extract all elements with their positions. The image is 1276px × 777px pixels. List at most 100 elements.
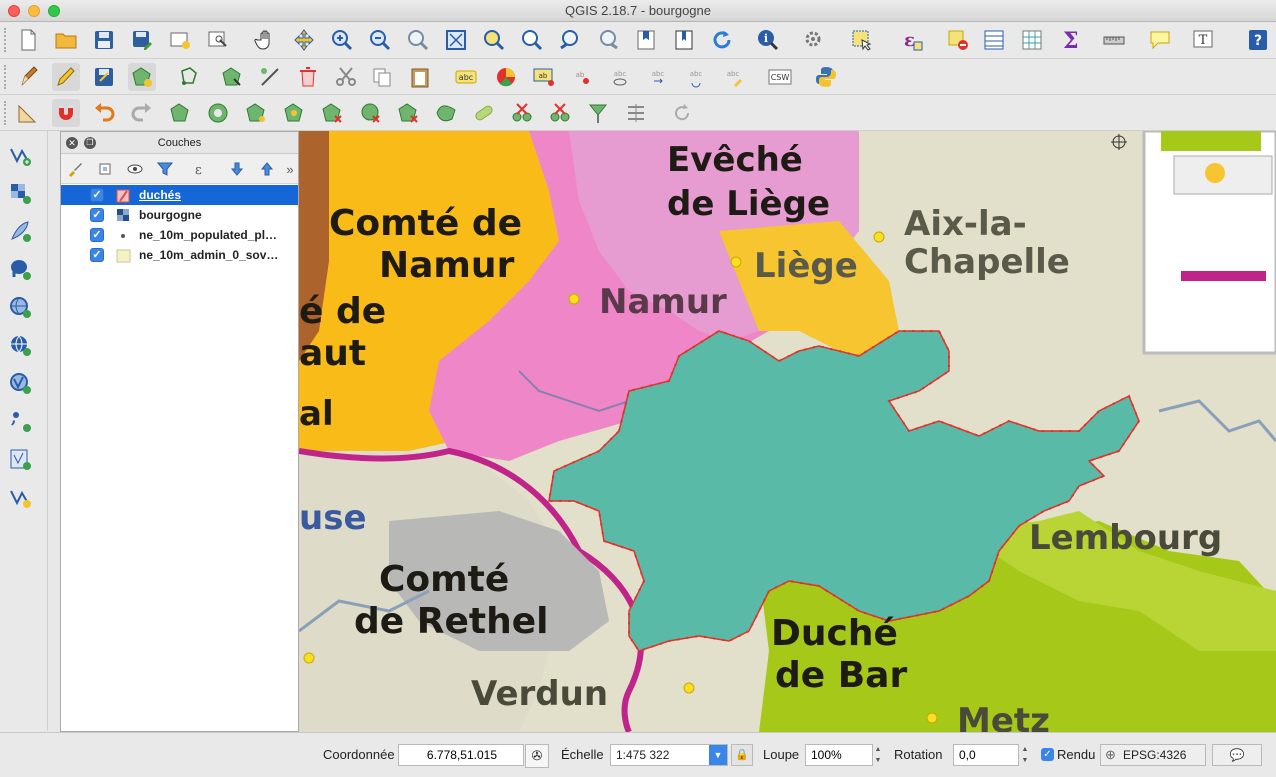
pan-map-button[interactable] [252,26,280,54]
split-parts-button[interactable] [508,99,536,127]
highlight-pinned-labels-button[interactable]: ab [530,63,558,91]
identify-features-button[interactable]: i [754,26,782,54]
layer-visibility-checkbox[interactable]: ✓ [90,248,104,262]
split-features-button[interactable] [470,99,498,127]
toolbar-grip[interactable] [4,65,8,89]
layer-row-bourgogne[interactable]: ✓ bourgogne [61,205,298,225]
add-ring-button[interactable] [204,99,232,127]
magnifier-field[interactable] [805,744,873,766]
zoom-last-button[interactable] [556,26,584,54]
current-edits-button[interactable] [16,63,44,91]
zoom-next-button[interactable] [594,26,622,54]
new-shapefile-button[interactable] [6,445,34,473]
fill-ring-button[interactable] [280,99,308,127]
save-layer-edits-button[interactable] [90,63,118,91]
add-wfs-layer-button[interactable] [6,369,34,397]
minimize-window-button[interactable] [28,5,40,17]
layer-row-populated-places[interactable]: ✓ ne_10m_populated_pl… [61,225,298,245]
rotation-field[interactable] [953,744,1019,766]
show-bookmarks-button[interactable] [670,26,698,54]
coordinate-field[interactable] [398,744,524,766]
csw-button[interactable]: CSW [766,63,794,91]
add-vector-layer-button[interactable] [6,141,34,169]
manage-visibility-button[interactable] [125,159,145,179]
delete-ring-button[interactable] [318,99,346,127]
rotate-symbols-button[interactable] [622,99,650,127]
expand-all-button[interactable] [227,159,247,179]
layer-row-admin-sovereignty[interactable]: ✓ ne_10m_admin_0_sov… [61,245,298,265]
node-tool-button[interactable] [218,63,246,91]
redo-button[interactable] [128,99,156,127]
delete-selected-button[interactable] [294,63,322,91]
rotate-label-button[interactable]: abc [682,63,710,91]
add-spatialite-layer-button[interactable] [6,217,34,245]
offset-curve-button[interactable] [432,99,460,127]
save-as-button[interactable] [128,26,156,54]
move-label-button[interactable]: abc [644,63,672,91]
map-canvas[interactable]: Evêché de Liège Aix-la- Chapelle Liège C… [299,131,1276,732]
add-feature-button[interactable] [128,63,156,91]
statistical-summary-button[interactable]: Σ [1056,26,1084,54]
more-tools-icon[interactable]: » [283,159,297,179]
toolbar-grip[interactable] [4,101,8,125]
field-calculator-button[interactable] [1018,26,1046,54]
add-raster-layer-button[interactable] [6,179,34,207]
select-features-button[interactable] [848,26,876,54]
add-part-button[interactable] [242,99,270,127]
scale-combobox[interactable]: 1:475 322 ▼ [610,744,728,766]
paste-features-button[interactable] [406,63,434,91]
chevron-down-icon[interactable]: ▼ [709,745,727,765]
delete-part-button[interactable] [356,99,384,127]
new-print-composer-button[interactable] [166,26,194,54]
float-panel-icon[interactable]: ❐ [84,137,96,149]
add-wcs-layer-button[interactable] [6,331,34,359]
composer-manager-button[interactable] [204,26,232,54]
close-panel-icon[interactable]: ✕ [66,137,78,149]
zoom-full-button[interactable] [442,26,470,54]
add-delimited-text-button[interactable]: , [6,407,34,435]
change-label-button[interactable]: abc [720,63,748,91]
copy-features-button[interactable] [368,63,396,91]
collapse-all-button[interactable] [257,159,277,179]
simplify-feature-button[interactable] [166,99,194,127]
undo-button[interactable] [90,99,118,127]
show-hide-labels-button[interactable]: abc [606,63,634,91]
filter-by-expression-button[interactable]: ε [191,159,211,179]
toolbar-grip[interactable] [4,28,8,52]
refresh-button[interactable] [708,26,736,54]
zoom-to-layer-button[interactable] [518,26,546,54]
help-button[interactable]: ? [1244,26,1272,54]
deselect-all-button[interactable] [944,26,972,54]
merge-selected-button[interactable] [546,99,574,127]
close-window-button[interactable] [8,5,20,17]
zoom-native-button[interactable] [404,26,432,54]
log-messages-icon[interactable]: 💬 [1212,744,1262,766]
layer-labeling-button[interactable]: abc [452,63,480,91]
filter-legend-button[interactable] [155,159,175,179]
merge-attributes-button[interactable] [584,99,612,127]
reshape-features-button[interactable] [394,99,422,127]
new-layer-dropdown-button[interactable] [6,483,34,511]
toggle-editing-button[interactable] [52,63,80,91]
add-group-button[interactable] [95,159,115,179]
select-by-expression-button[interactable]: ε [898,26,926,54]
map-tips-button[interactable] [1146,26,1174,54]
node-edit-button[interactable] [256,63,284,91]
cut-features-button[interactable] [332,63,360,91]
python-console-button[interactable] [812,63,840,91]
zoom-in-button[interactable] [328,26,356,54]
new-bookmark-button[interactable] [632,26,660,54]
render-checkbox[interactable]: ✓ [1041,748,1054,761]
pin-labels-button[interactable]: ab [568,63,596,91]
magnifier-stepper-icon[interactable]: ▲ ▼ [873,744,883,766]
maximize-window-button[interactable] [48,5,60,17]
toggle-extents-icon[interactable]: ✇ [525,744,549,768]
advanced-digitizing-button[interactable] [14,99,42,127]
add-wms-layer-button[interactable] [6,293,34,321]
zoom-to-selection-button[interactable] [480,26,508,54]
diagram-options-button[interactable] [492,63,520,91]
text-annotation-button[interactable]: T [1190,26,1218,54]
rotate-point-symbols-button[interactable] [668,99,696,127]
attribute-table-button[interactable] [980,26,1008,54]
layer-visibility-checkbox[interactable]: ✓ [90,188,104,202]
